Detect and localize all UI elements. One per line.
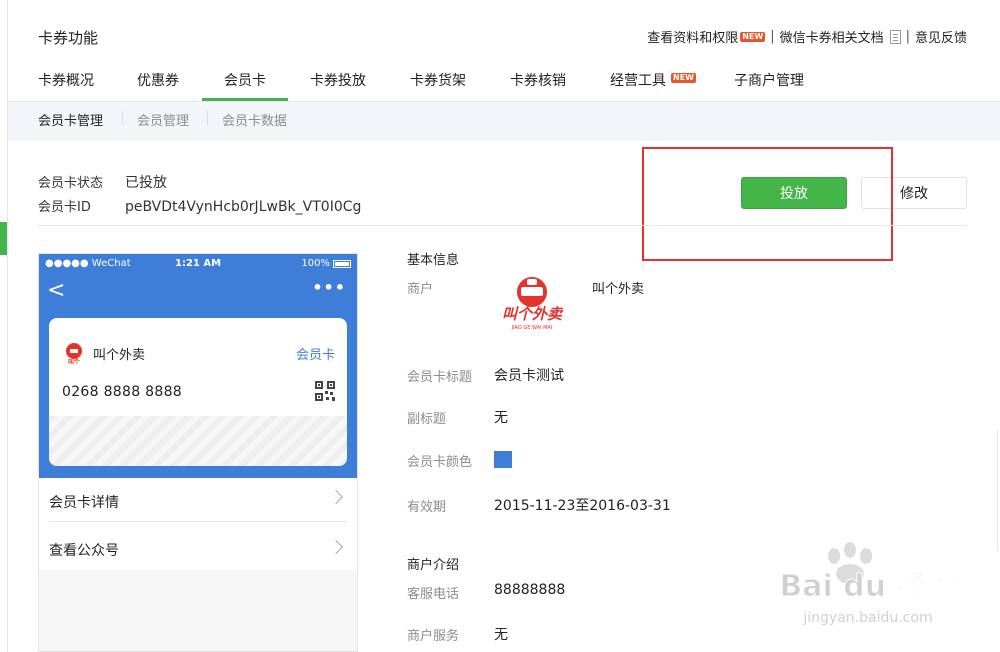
card-id-row: 会员卡ID peBVDt4VynHcb0rJLwBk_VT0I0Cg [38,196,361,215]
merchant-logo-icon: 叫个外卖 JIAO GE WAI MAI [502,277,564,331]
member-card-preview: 叫个 叫个外卖 会员卡 0268 8888 8888 [49,318,347,466]
feedback-link[interactable]: 意见反馈 [915,27,967,46]
tab-card-verify[interactable]: 卡券核销 [510,70,566,102]
subtitle-value: 无 [494,410,508,426]
active-tab-indicator [202,98,288,101]
battery-status: 100% [301,258,351,269]
svg-text:叫个: 叫个 [68,358,81,366]
tab-overview[interactable]: 卡券概况 [38,70,94,102]
card-id-label: 会员卡ID [38,200,91,215]
sub-navigation: 会员卡管理 会员管理 会员卡数据 [8,102,1000,141]
card-status-value: 已投放 [125,175,167,191]
new-badge: NEW [740,31,766,42]
section-divider [38,225,967,226]
link-separator: | [905,29,910,44]
tab-coupons[interactable]: 优惠券 [137,70,179,102]
phone-preview: ●●●●● WeChat 1:21 AM 100% < ••• 叫个 叫个外卖 … [38,253,358,652]
menu-item-label: 查看公众号 [49,543,119,559]
left-active-marker [0,222,7,255]
battery-icon [333,259,351,268]
menu-item-card-details[interactable]: 会员卡详情 [39,478,357,526]
tab-business-tools[interactable]: 经营工具 NEW [610,70,696,102]
battery-text: 100% [301,258,330,269]
validity-label: 有效期 [407,500,447,515]
service-phone-value: 88888888 [494,582,566,598]
merchant-intro-title: 商户介绍 [407,558,460,573]
chevron-right-icon [328,539,344,555]
card-id-value: peBVDt4VynHcb0rJLwBk_VT0I0Cg [125,199,362,215]
watermark-brand: Bai du 经验 [779,569,956,604]
subtitle-label: 副标题 [407,412,447,427]
menu-item-official-account[interactable]: 查看公众号 [39,522,357,570]
tab-business-tools-label: 经营工具 [610,73,666,89]
merchant-name: 叫个外卖 [592,282,645,297]
document-icon[interactable] [889,29,901,44]
menu-item-label: 会员卡详情 [49,495,119,511]
watermark-url: jingyan.baidu.com [802,610,932,626]
phone-status-bar: ●●●●● WeChat 1:21 AM 100% [39,258,357,272]
card-title-label: 会员卡标题 [407,370,473,385]
page-title: 卡券功能 [38,29,99,47]
card-type-label: 会员卡 [295,348,335,363]
highlight-box [642,147,893,261]
card-status-row: 会员卡状态 已投放 [38,172,167,192]
merchant-logo-icon: 叫个 [66,343,82,366]
logo-text: 叫个外卖 [502,305,564,323]
permissions-link[interactable]: 查看资料和权限 [647,27,738,46]
card-color-label: 会员卡颜色 [407,455,473,470]
tab-card-shelf[interactable]: 卡券货架 [410,70,466,102]
service-phone-label: 客服电话 [407,587,460,602]
subnav-divider [122,111,123,125]
carrier-text: ●●●●● WeChat [45,258,131,269]
subnav-member-management[interactable]: 会员管理 [137,110,189,129]
status-time: 1:21 AM [175,258,222,269]
merchant-service-value: 无 [494,627,508,643]
phone-header-area: ●●●●● WeChat 1:21 AM 100% < ••• 叫个 叫个外卖 … [39,254,357,478]
merchant-label: 商户 [407,282,434,297]
qrcode-icon[interactable] [315,381,335,401]
subnav-card-data[interactable]: 会员卡数据 [222,110,287,129]
more-icon[interactable]: ••• [312,278,346,297]
left-panel-edge [0,0,8,652]
basic-info-title: 基本信息 [407,253,460,268]
subnav-card-management[interactable]: 会员卡管理 [38,110,103,129]
tab-sub-merchant[interactable]: 子商户管理 [734,70,804,102]
top-links: 查看资料和权限 NEW | 微信卡券相关文档 | 意见反馈 [647,27,967,46]
back-arrow-icon[interactable]: < [47,278,65,303]
card-merchant-name: 叫个外卖 [93,348,146,363]
card-status-label: 会员卡状态 [38,176,104,191]
subnav-divider [207,111,208,125]
card-title-value: 会员卡测试 [494,368,564,384]
card-pattern [49,416,347,466]
merchant-service-label: 商户服务 [407,629,460,644]
chevron-right-icon [328,489,344,505]
validity-value: 2015-11-23至2016-03-31 [494,498,671,514]
new-badge: NEW [671,73,696,83]
link-separator: | [770,29,775,44]
card-color-swatch [494,451,512,468]
main-tabs: 卡券概况 优惠券 会员卡 卡券投放 卡券货架 卡券核销 经营工具 NEW 子商户管… [8,60,1000,102]
docs-link[interactable]: 微信卡券相关文档 [780,27,884,46]
logo-subtext: JIAO GE WAI MAI [511,325,553,331]
card-number: 0268 8888 8888 [62,384,182,400]
tab-card-delivery[interactable]: 卡券投放 [310,70,366,102]
card-management-page: 卡券功能 查看资料和权限 NEW | 微信卡券相关文档 | 意见反馈 卡券概况 … [0,0,1000,652]
baidu-watermark: Bai du 经验 jingyan.baidu.com [779,542,957,626]
